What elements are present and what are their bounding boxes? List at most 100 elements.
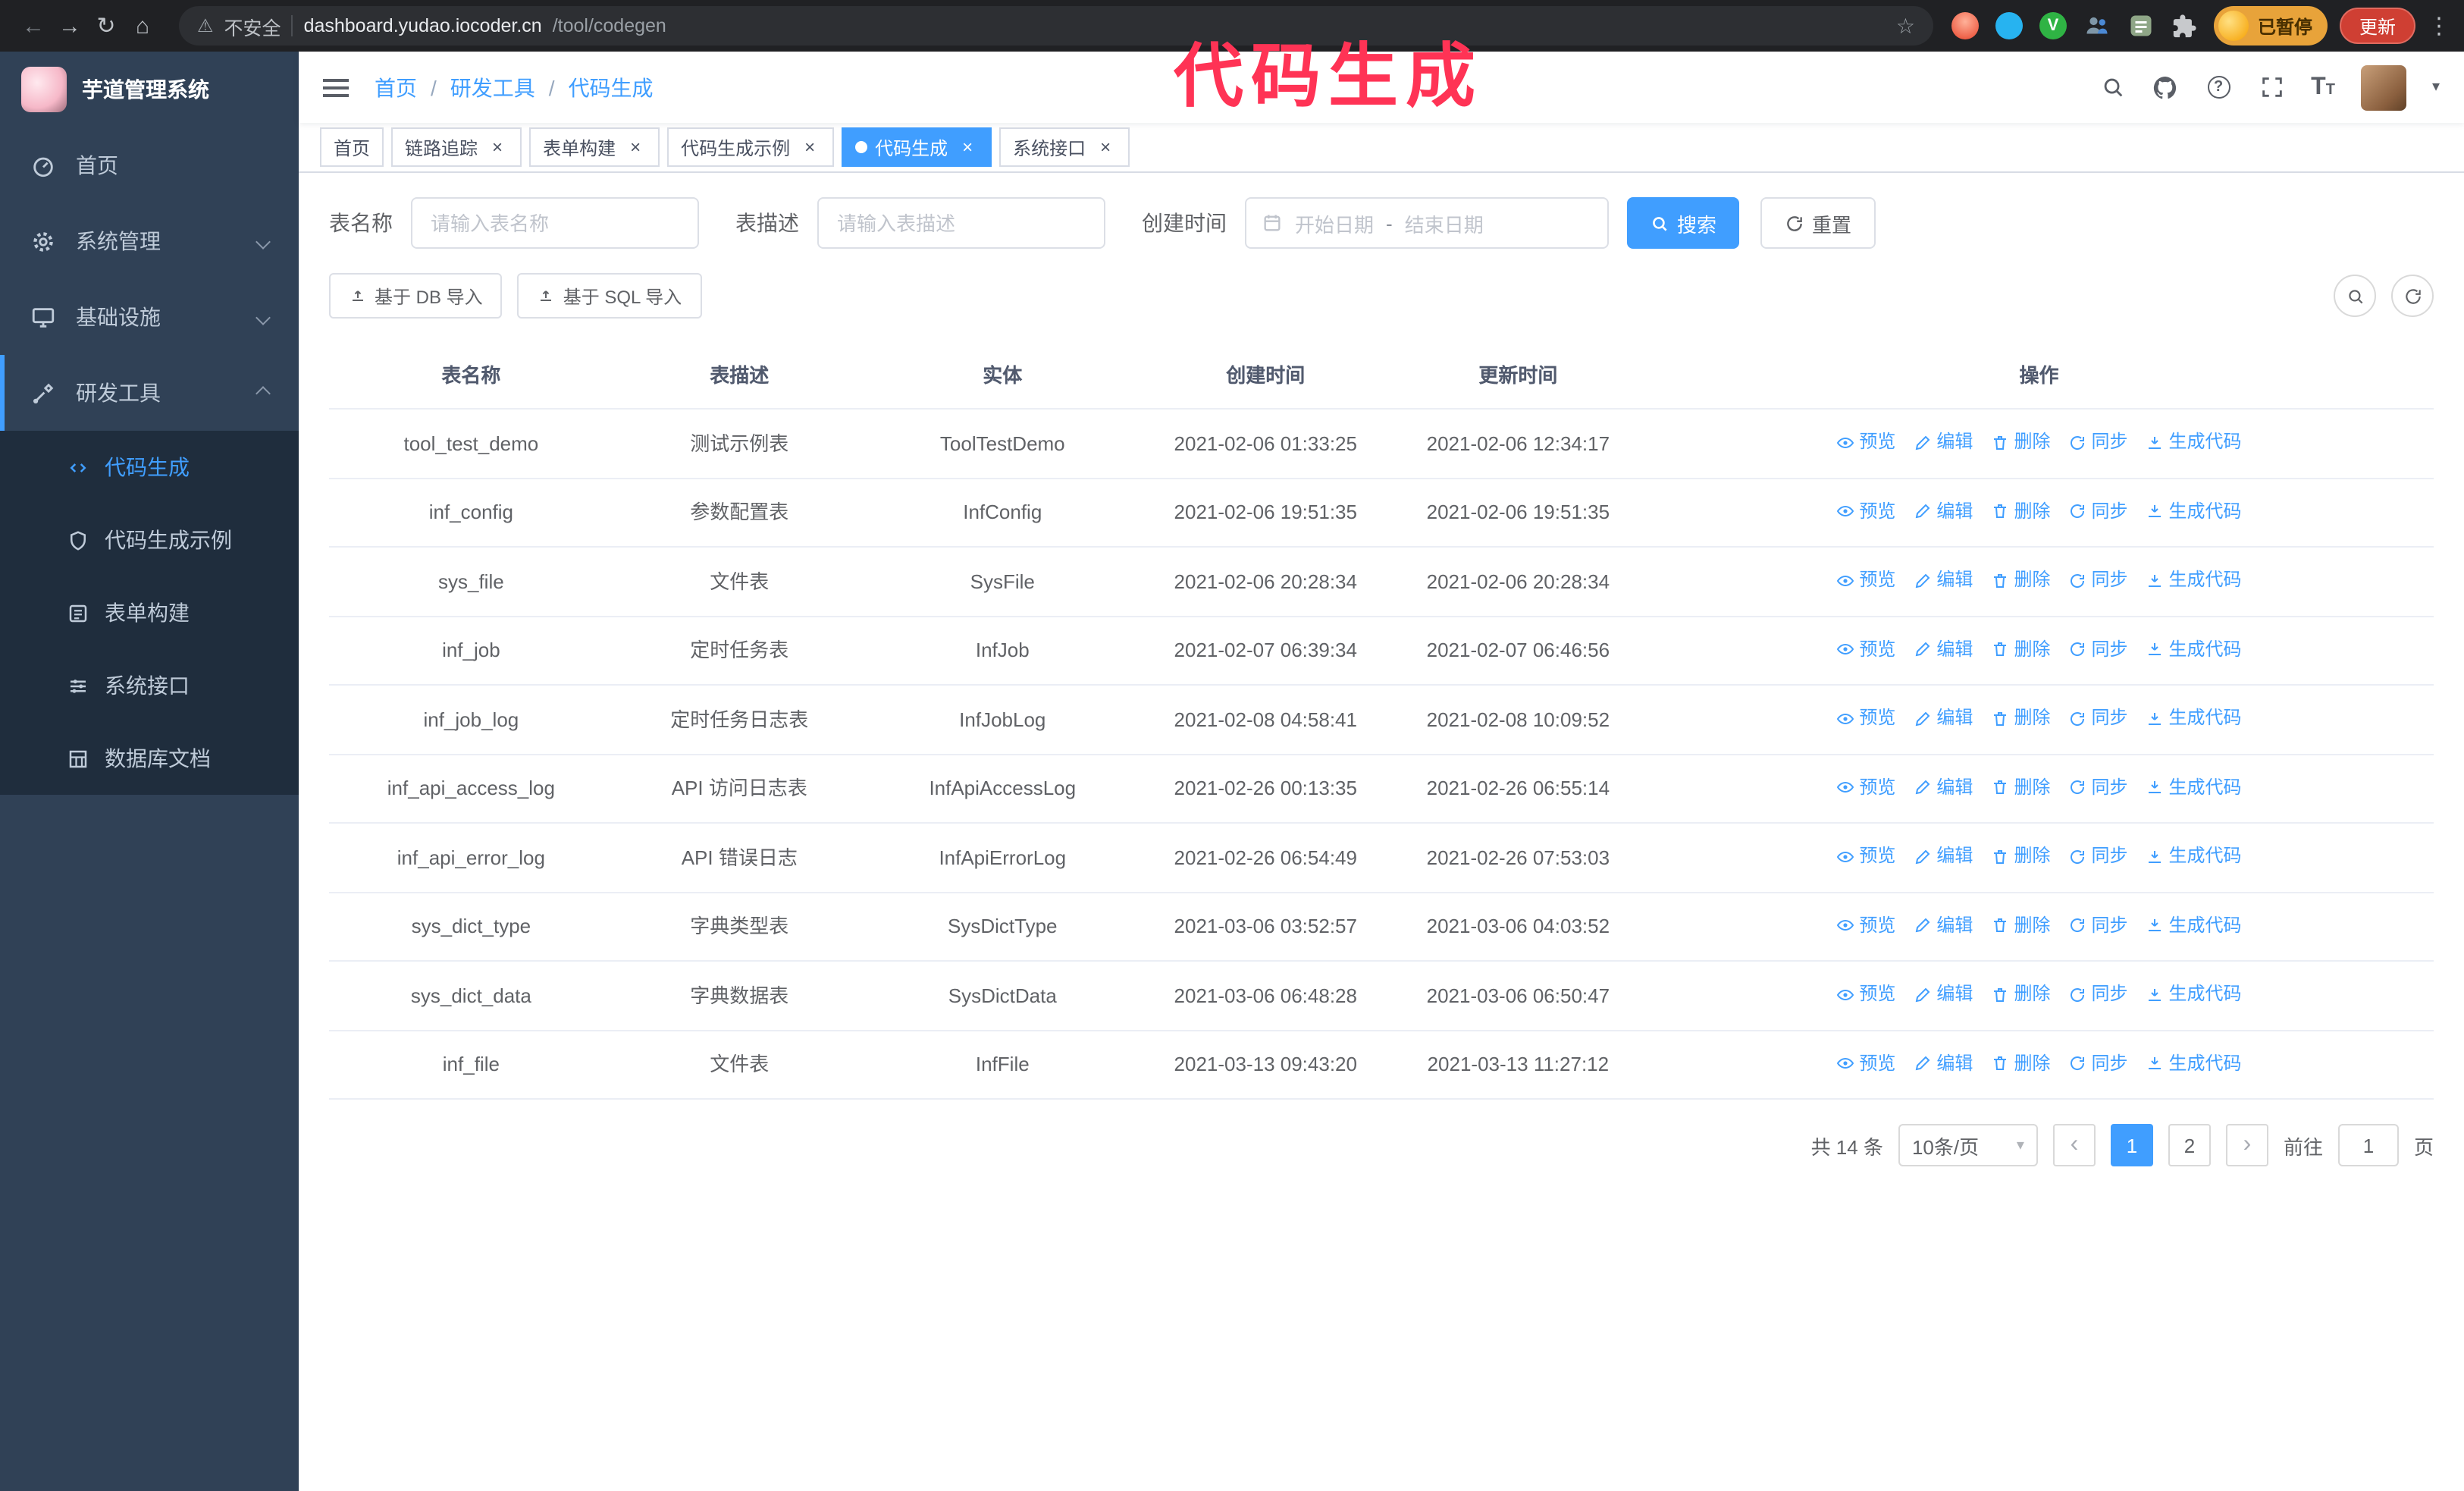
- sync-link[interactable]: 同步: [2068, 980, 2128, 1009]
- tab-close-icon[interactable]: ×: [799, 137, 820, 158]
- generate-link[interactable]: 生成代码: [2146, 842, 2242, 871]
- sync-link[interactable]: 同步: [2068, 497, 2128, 526]
- delete-link[interactable]: 删除: [1991, 428, 2050, 457]
- logo[interactable]: 芋道管理系统: [0, 52, 299, 127]
- generate-link[interactable]: 生成代码: [2146, 1049, 2242, 1078]
- generate-link[interactable]: 生成代码: [2146, 635, 2242, 664]
- goto-page-input[interactable]: [2337, 1124, 2399, 1166]
- sync-link[interactable]: 同步: [2068, 842, 2128, 871]
- edit-link[interactable]: 编辑: [1914, 635, 1973, 664]
- browser-extension-icon[interactable]: [1951, 12, 1979, 39]
- sidebar-item-system[interactable]: 系统管理: [0, 203, 299, 279]
- page-button-2[interactable]: 2: [2168, 1124, 2211, 1166]
- search-icon[interactable]: [2099, 74, 2126, 101]
- sync-link[interactable]: 同步: [2068, 635, 2128, 664]
- generate-link[interactable]: 生成代码: [2146, 428, 2242, 457]
- sidebar-item-codegen[interactable]: 代码生成: [0, 431, 299, 504]
- edit-link[interactable]: 编辑: [1914, 842, 1973, 871]
- delete-link[interactable]: 删除: [1991, 635, 2050, 664]
- delete-link[interactable]: 删除: [1991, 911, 2050, 940]
- tab-close-icon[interactable]: ×: [625, 137, 646, 158]
- browser-profile-button[interactable]: 已暂停: [2213, 6, 2328, 46]
- tab-close-icon[interactable]: ×: [487, 137, 508, 158]
- delete-link[interactable]: 删除: [1991, 497, 2050, 526]
- sidebar-item-form-builder[interactable]: 表单构建: [0, 576, 299, 649]
- tab-系统接口[interactable]: 系统接口 ×: [999, 127, 1130, 167]
- preview-link[interactable]: 预览: [1836, 635, 1895, 664]
- preview-link[interactable]: 预览: [1836, 980, 1895, 1009]
- edit-link[interactable]: 编辑: [1914, 704, 1973, 733]
- generate-link[interactable]: 生成代码: [2146, 704, 2242, 733]
- reset-button[interactable]: 重置: [1760, 197, 1876, 249]
- sidebar-item-infrastructure[interactable]: 基础设施: [0, 279, 299, 355]
- refresh-table-button[interactable]: [2391, 275, 2434, 317]
- edit-link[interactable]: 编辑: [1914, 1049, 1973, 1078]
- tab-首页[interactable]: 首页: [320, 127, 384, 167]
- sync-link[interactable]: 同步: [2068, 911, 2128, 940]
- sync-link[interactable]: 同步: [2068, 704, 2128, 733]
- fullscreen-icon[interactable]: [2258, 74, 2285, 101]
- date-range-picker[interactable]: 开始日期 - 结束日期: [1245, 197, 1609, 249]
- breadcrumb-item-home[interactable]: 首页: [375, 72, 417, 102]
- sync-link[interactable]: 同步: [2068, 1049, 2128, 1078]
- edit-link[interactable]: 编辑: [1914, 911, 1973, 940]
- reload-icon[interactable]: ↻: [88, 12, 124, 39]
- extensions-menu-button[interactable]: [2171, 12, 2199, 39]
- preview-link[interactable]: 预览: [1836, 842, 1895, 871]
- vue-devtools-extension-icon[interactable]: V: [2039, 12, 2067, 39]
- github-icon[interactable]: [2152, 74, 2179, 101]
- generate-link[interactable]: 生成代码: [2146, 497, 2242, 526]
- preview-link[interactable]: 预览: [1836, 911, 1895, 940]
- table-name-input[interactable]: [411, 197, 699, 249]
- sidebar-item-db-doc[interactable]: 数据库文档: [0, 722, 299, 795]
- sidebar-item-home[interactable]: 首页: [0, 127, 299, 203]
- tab-表单构建[interactable]: 表单构建 ×: [529, 127, 660, 167]
- chrome-update-button[interactable]: 更新: [2339, 8, 2415, 44]
- edit-link[interactable]: 编辑: [1914, 980, 1973, 1009]
- tab-代码生成示例[interactable]: 代码生成示例 ×: [667, 127, 835, 167]
- search-button[interactable]: 搜索: [1627, 197, 1740, 249]
- avatar-caret-icon[interactable]: ▾: [2432, 79, 2440, 96]
- help-icon[interactable]: ?: [2205, 74, 2232, 101]
- delete-link[interactable]: 删除: [1991, 1049, 2050, 1078]
- edit-link[interactable]: 编辑: [1914, 497, 1973, 526]
- tab-链路追踪[interactable]: 链路追踪 ×: [391, 127, 522, 167]
- import-sql-button[interactable]: 基于 SQL 导入: [517, 273, 702, 319]
- generate-link[interactable]: 生成代码: [2146, 566, 2242, 595]
- breadcrumb-item-devtools[interactable]: 研发工具: [450, 72, 535, 102]
- delete-link[interactable]: 删除: [1991, 704, 2050, 733]
- back-icon[interactable]: ←: [15, 13, 52, 39]
- preview-link[interactable]: 预览: [1836, 1049, 1895, 1078]
- accounts-extension-icon[interactable]: [2083, 12, 2111, 39]
- toggle-search-button[interactable]: [2334, 275, 2376, 317]
- prev-page-button[interactable]: ‹: [2052, 1124, 2096, 1166]
- sync-link[interactable]: 同步: [2068, 566, 2128, 595]
- sync-link[interactable]: 同步: [2068, 428, 2128, 457]
- delete-link[interactable]: 删除: [1991, 842, 2050, 871]
- font-size-icon[interactable]: TT: [2311, 74, 2335, 101]
- tab-close-icon[interactable]: ×: [957, 137, 978, 158]
- import-db-button[interactable]: 基于 DB 导入: [329, 273, 503, 319]
- user-avatar[interactable]: [2360, 64, 2406, 110]
- preview-link[interactable]: 预览: [1836, 497, 1895, 526]
- tab-代码生成[interactable]: 代码生成 ×: [842, 127, 992, 167]
- edit-link[interactable]: 编辑: [1914, 566, 1973, 595]
- hamburger-icon[interactable]: [323, 74, 353, 101]
- delete-link[interactable]: 删除: [1991, 566, 2050, 595]
- preview-link[interactable]: 预览: [1836, 704, 1895, 733]
- browser-menu-icon[interactable]: ⋮: [2428, 12, 2450, 39]
- browser-extension-icon[interactable]: [2127, 12, 2155, 39]
- sync-link[interactable]: 同步: [2068, 773, 2128, 802]
- bookmark-star-icon[interactable]: ☆: [1896, 13, 1915, 39]
- browser-extension-icon[interactable]: [1995, 12, 2023, 39]
- preview-link[interactable]: 预览: [1836, 428, 1895, 457]
- generate-link[interactable]: 生成代码: [2146, 980, 2242, 1009]
- preview-link[interactable]: 预览: [1836, 566, 1895, 595]
- edit-link[interactable]: 编辑: [1914, 773, 1973, 802]
- table-desc-input[interactable]: [817, 197, 1105, 249]
- tab-close-icon[interactable]: ×: [1095, 137, 1116, 158]
- delete-link[interactable]: 删除: [1991, 773, 2050, 802]
- sidebar-item-devtools[interactable]: 研发工具: [0, 355, 299, 431]
- delete-link[interactable]: 删除: [1991, 980, 2050, 1009]
- page-size-select[interactable]: 10条/页 ▾: [1898, 1124, 2038, 1166]
